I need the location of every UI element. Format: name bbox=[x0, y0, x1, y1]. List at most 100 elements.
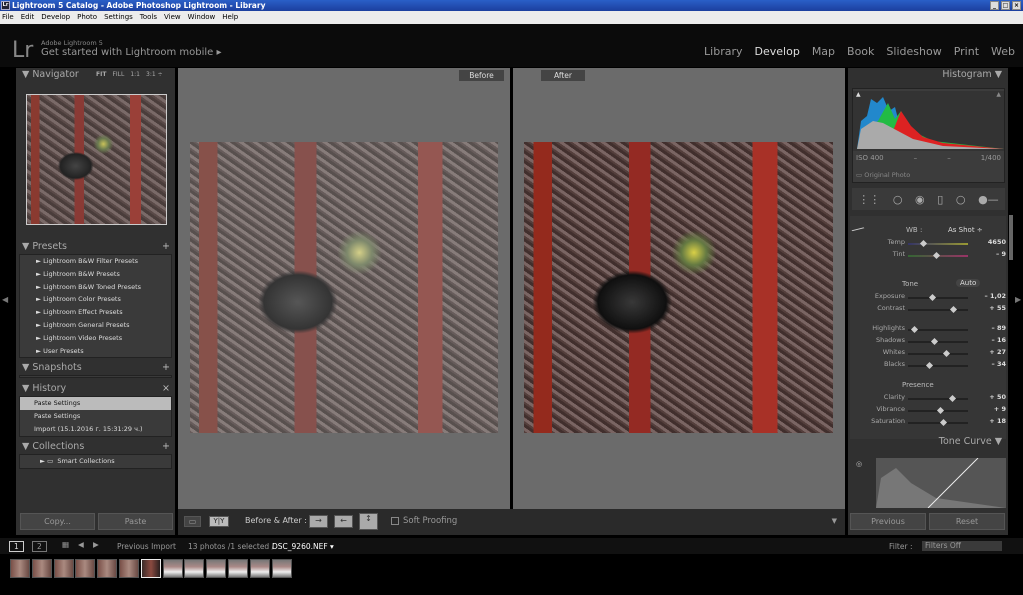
menu-help[interactable]: Help bbox=[222, 11, 238, 24]
slider-shadows[interactable]: Shadows – 16 bbox=[850, 336, 1010, 347]
target-adjust-icon[interactable]: ◎ bbox=[856, 460, 862, 468]
preset-folder[interactable]: ► Lightroom Effect Presets bbox=[20, 306, 171, 319]
minimize-button[interactable]: _ bbox=[990, 1, 999, 10]
slider-value[interactable]: + 27 bbox=[989, 348, 1006, 356]
tone-curve-graph[interactable] bbox=[876, 457, 1006, 509]
slider-thumb[interactable] bbox=[948, 394, 956, 403]
red-eye-icon[interactable]: ◉ bbox=[915, 193, 925, 206]
filmstrip-thumbnail[interactable] bbox=[140, 559, 161, 578]
slider-thumb[interactable] bbox=[930, 337, 938, 346]
slider-exposure[interactable]: Exposure – 1,02 bbox=[850, 292, 1010, 303]
module-web[interactable]: Web bbox=[991, 45, 1015, 58]
module-map[interactable]: Map bbox=[812, 45, 835, 58]
slider-saturation[interactable]: Saturation + 18 bbox=[850, 417, 1010, 428]
slider-thumb[interactable] bbox=[919, 239, 928, 248]
slider-thumb[interactable] bbox=[928, 293, 937, 302]
zoom-fit[interactable]: FIT bbox=[96, 68, 106, 82]
slider-thumb[interactable] bbox=[933, 251, 941, 260]
preset-folder[interactable]: ► Lightroom Color Presets bbox=[20, 293, 171, 306]
forward-arrow-icon[interactable]: ▶ bbox=[93, 540, 99, 549]
right-panel-toggle-icon[interactable]: ▶ bbox=[1015, 295, 1021, 304]
source-label[interactable]: Previous Import bbox=[117, 542, 176, 551]
slider-value[interactable]: – 1,02 bbox=[984, 292, 1006, 300]
slider-track[interactable] bbox=[908, 361, 968, 370]
module-library[interactable]: Library bbox=[704, 45, 742, 58]
shadow-clipping-icon[interactable]: ▲ bbox=[856, 91, 861, 98]
slider-thumb[interactable] bbox=[925, 361, 934, 370]
slider-track[interactable] bbox=[908, 325, 968, 334]
module-print[interactable]: Print bbox=[954, 45, 979, 58]
filmstrip-thumbnail[interactable] bbox=[53, 559, 74, 578]
collection-item[interactable]: ► ▭ Smart Collections bbox=[20, 455, 171, 468]
slider-whites[interactable]: Whites + 27 bbox=[850, 348, 1010, 359]
previous-button[interactable]: Previous bbox=[850, 513, 926, 530]
back-arrow-icon[interactable]: ◀ bbox=[78, 540, 84, 549]
slider-value[interactable]: + 55 bbox=[989, 304, 1006, 312]
filmstrip-thumbnail[interactable] bbox=[271, 559, 292, 578]
filmstrip-thumbnail[interactable] bbox=[10, 559, 30, 578]
histogram-header[interactable]: Histogram ▼ bbox=[848, 68, 1008, 82]
module-book[interactable]: Book bbox=[847, 45, 874, 58]
slider-thumb[interactable] bbox=[949, 305, 958, 314]
slider-value[interactable]: – 34 bbox=[991, 360, 1006, 368]
copy-after-to-before-icon[interactable]: ← bbox=[334, 515, 353, 528]
add-snapshot-icon[interactable]: + bbox=[162, 361, 170, 375]
slider-tint[interactable]: Tint – 9 bbox=[850, 250, 1010, 261]
collections-header[interactable]: ▼ Collections + bbox=[16, 440, 175, 454]
toolbar-menu-icon[interactable]: ▼ bbox=[832, 517, 837, 525]
swap-icon[interactable]: ↕ bbox=[359, 513, 378, 530]
filmstrip-thumbnail[interactable] bbox=[249, 559, 270, 578]
slider-value[interactable]: – 9 bbox=[996, 250, 1006, 258]
history-item[interactable]: Import (15.1.2016 г. 15:31:29 ч.) bbox=[20, 423, 171, 436]
slider-track[interactable] bbox=[908, 251, 968, 260]
menu-window[interactable]: Window bbox=[188, 11, 216, 24]
navigator-preview[interactable] bbox=[26, 94, 167, 225]
copy-button[interactable]: Copy... bbox=[20, 513, 95, 530]
right-panel-scrollbar[interactable] bbox=[1009, 215, 1013, 260]
slider-value[interactable]: 4650 bbox=[988, 238, 1006, 246]
zoom-fill[interactable]: FILL bbox=[112, 68, 124, 82]
history-item[interactable]: Paste Settings bbox=[20, 397, 171, 411]
slider-track[interactable] bbox=[908, 418, 968, 427]
filmstrip-thumbnail[interactable] bbox=[228, 559, 248, 578]
slider-vibrance[interactable]: Vibrance + 9 bbox=[850, 405, 1010, 416]
preset-folder[interactable]: ► Lightroom Video Presets bbox=[20, 332, 171, 345]
navigator-header[interactable]: ▼ Navigator FIT FILL 1:1 3:1 ÷ bbox=[16, 68, 175, 82]
preset-folder[interactable]: ► Lightroom B&W Filter Presets bbox=[20, 255, 171, 268]
zoom-1-1[interactable]: 1:1 bbox=[130, 68, 140, 82]
clear-history-icon[interactable]: × bbox=[162, 382, 170, 396]
history-item[interactable]: Paste Settings bbox=[20, 410, 171, 423]
slider-track[interactable] bbox=[908, 293, 968, 302]
slider-value[interactable]: + 18 bbox=[989, 417, 1006, 425]
slider-value[interactable]: + 9 bbox=[994, 405, 1006, 413]
filter-select[interactable]: Filters Off bbox=[922, 541, 1002, 551]
crop-icon[interactable]: ⋮⋮ bbox=[858, 193, 880, 206]
tone-curve-header[interactable]: Tone Curve ▼ bbox=[848, 435, 1008, 449]
file-name[interactable]: DSC_9260.NEF ▾ bbox=[272, 542, 334, 551]
menu-photo[interactable]: Photo bbox=[77, 11, 97, 24]
menu-tools[interactable]: Tools bbox=[140, 11, 157, 24]
original-photo-toggle[interactable]: ▭ Original Photo bbox=[856, 171, 910, 179]
add-collection-icon[interactable]: + bbox=[162, 440, 170, 454]
wb-eyedropper-icon[interactable]: ⁄ bbox=[851, 224, 864, 237]
slider-blacks[interactable]: Blacks – 34 bbox=[850, 360, 1010, 371]
slider-track[interactable] bbox=[908, 239, 968, 248]
filmstrip-thumbnail[interactable] bbox=[184, 559, 205, 578]
slider-value[interactable]: – 16 bbox=[991, 336, 1006, 344]
wb-select[interactable]: As Shot ÷ bbox=[948, 226, 983, 234]
copy-before-to-after-icon[interactable]: → bbox=[309, 515, 328, 528]
mobile-link[interactable]: Get started with Lightroom mobile ▸ bbox=[41, 47, 221, 58]
slider-value[interactable]: + 50 bbox=[989, 393, 1006, 401]
before-photo[interactable] bbox=[190, 142, 498, 433]
module-slideshow[interactable]: Slideshow bbox=[886, 45, 941, 58]
preset-folder[interactable]: ► Lightroom B&W Toned Presets bbox=[20, 281, 171, 294]
filmstrip-thumbnail[interactable] bbox=[97, 559, 118, 578]
menu-develop[interactable]: Develop bbox=[41, 11, 70, 24]
second-window-button[interactable]: 2 bbox=[32, 541, 47, 552]
filmstrip-thumbnail[interactable] bbox=[31, 559, 52, 578]
menu-settings[interactable]: Settings bbox=[104, 11, 133, 24]
filmstrip-thumbnail[interactable] bbox=[206, 559, 227, 578]
menu-file[interactable]: File bbox=[2, 11, 14, 24]
soft-proofing-checkbox[interactable] bbox=[391, 517, 399, 525]
history-header[interactable]: ▼ History × bbox=[16, 382, 175, 396]
